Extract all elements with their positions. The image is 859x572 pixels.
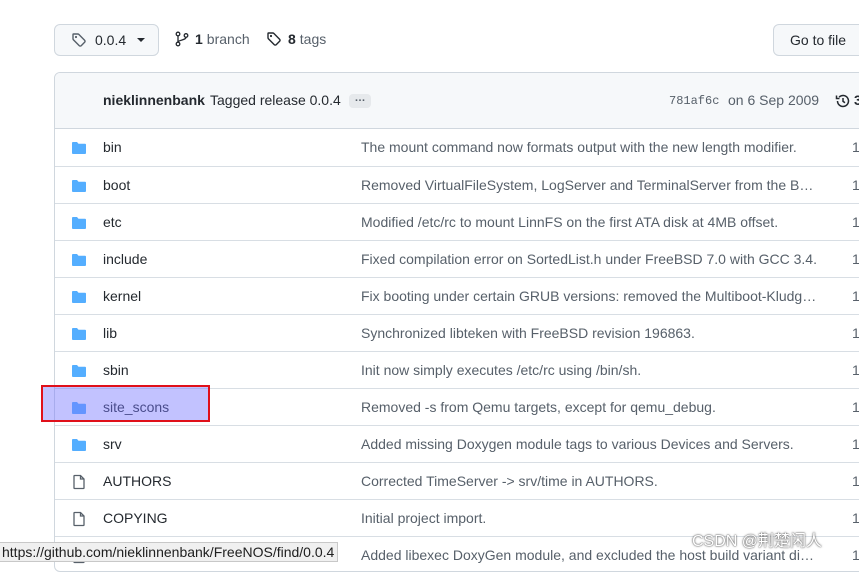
branch-count: 1 [195, 31, 203, 47]
branch-select-button[interactable]: 0.0.4 [54, 24, 159, 56]
commit-message-link[interactable]: Fix booting under certain GRUB versions:… [361, 288, 821, 304]
git-branch-icon [175, 31, 189, 47]
commit-age: 1 [852, 436, 859, 452]
latest-commit-header: nieklinnenbank Tagged release 0.0.4 … 78… [55, 73, 859, 129]
commit-message-link[interactable]: The mount command now formats output wit… [361, 139, 821, 155]
commit-age: 1 [852, 251, 859, 267]
go-to-file-label: Go to file [790, 32, 847, 48]
file-name-link[interactable]: srv [103, 436, 122, 452]
file-name-link[interactable]: include [103, 251, 147, 267]
commit-message-link[interactable]: Modified /etc/rc to mount LinnFS on the … [361, 214, 821, 230]
file-row[interactable]: etc Modified /etc/rc to mount LinnFS on t… [55, 203, 859, 240]
tag-label: tags [299, 31, 327, 47]
folder-icon [71, 289, 87, 308]
folder-icon [71, 252, 87, 271]
go-to-file-button[interactable]: Go to file [773, 24, 859, 56]
file-row[interactable]: boot Removed VirtualFileSystem, LogServer… [55, 166, 859, 203]
commit-age: 1 [852, 399, 859, 415]
file-row[interactable]: include Fixed compilation error on Sorted… [55, 240, 859, 277]
commit-count[interactable]: 3 [854, 92, 859, 108]
folder-icon [71, 178, 87, 197]
watermark: CSDN @荆楚闲人 [692, 533, 823, 550]
file-row[interactable]: AUTHORS Corrected TimeServer -> srv/time … [55, 462, 859, 499]
file-name-link[interactable]: sbin [103, 362, 129, 378]
selection-highlight [41, 385, 210, 422]
commit-age: 1 [852, 510, 859, 526]
file-name-link[interactable]: lib [103, 325, 117, 341]
commit-age: 1 [852, 214, 859, 230]
file-row[interactable]: kernel Fix booting under certain GRUB ver… [55, 277, 859, 314]
commit-message-link[interactable]: Corrected TimeServer -> srv/time in AUTH… [361, 473, 821, 489]
commit-age: 1 [852, 139, 859, 155]
folder-icon [71, 326, 87, 345]
commit-message-link[interactable]: Fixed compilation error on SortedList.h … [361, 251, 821, 267]
commit-age: 1 [852, 177, 859, 193]
tags-link[interactable]: 8 tags [266, 31, 326, 47]
commit-message-link[interactable]: Added missing Doxygen module tags to var… [361, 436, 821, 452]
commit-message-link[interactable]: Initial project import. [361, 510, 821, 526]
tag-icon [72, 33, 86, 47]
commit-age: 1 [852, 547, 859, 563]
file-name-link[interactable]: etc [103, 214, 122, 230]
commit-message-link[interactable]: Removed -s from Qemu targets, except for… [361, 399, 821, 415]
file-row[interactable]: bin The mount command now formats output … [55, 129, 859, 166]
caret-down-icon [137, 38, 146, 42]
file-name-link[interactable]: kernel [103, 288, 141, 304]
file-row[interactable]: srv Added missing Doxygen module tags to … [55, 425, 859, 462]
file-row[interactable]: sbin Init now simply executes /etc/rc usi… [55, 351, 859, 388]
branch-select-label: 0.0.4 [95, 32, 127, 48]
folder-icon [71, 363, 87, 382]
folder-icon [71, 437, 87, 456]
file-icon [71, 474, 87, 493]
file-icon [71, 511, 87, 530]
commit-message-link[interactable]: Init now simply executes /etc/rc using /… [361, 362, 821, 378]
folder-icon [71, 140, 87, 159]
history-icon [835, 94, 850, 108]
file-browser: nieklinnenbank Tagged release 0.0.4 … 78… [54, 72, 859, 572]
commit-age: 1 [852, 288, 859, 304]
commit-age: 1 [852, 325, 859, 341]
commit-message-link[interactable]: Synchronized libteken with FreeBSD revis… [361, 325, 821, 341]
commit-age: 1 [852, 362, 859, 378]
tag-icon [267, 32, 281, 46]
commit-age: 1 [852, 473, 859, 489]
commit-message-link[interactable]: Tagged release 0.0.4 [210, 92, 341, 108]
file-name-link[interactable]: boot [103, 177, 130, 193]
file-name-link[interactable]: bin [103, 139, 122, 155]
expand-commit-button[interactable]: … [349, 93, 371, 108]
commit-message-link[interactable]: Removed VirtualFileSystem, LogServer and… [361, 177, 821, 193]
file-name-link[interactable]: COPYING [103, 510, 168, 526]
file-row[interactable]: lib Synchronized libteken with FreeBSD re… [55, 314, 859, 351]
status-bar-url: https://github.com/nieklinnenbank/FreeNO… [0, 542, 339, 562]
commit-date: on 6 Sep 2009 [728, 92, 820, 108]
tag-count: 8 [288, 31, 296, 47]
branches-link[interactable]: 1 branch [175, 31, 250, 47]
file-name-link[interactable]: AUTHORS [103, 473, 171, 489]
branch-label: branch [206, 31, 250, 47]
commit-hash-link[interactable]: 781af6c [669, 94, 719, 108]
commit-author-link[interactable]: nieklinnenbank [103, 92, 205, 108]
folder-icon [71, 215, 87, 234]
